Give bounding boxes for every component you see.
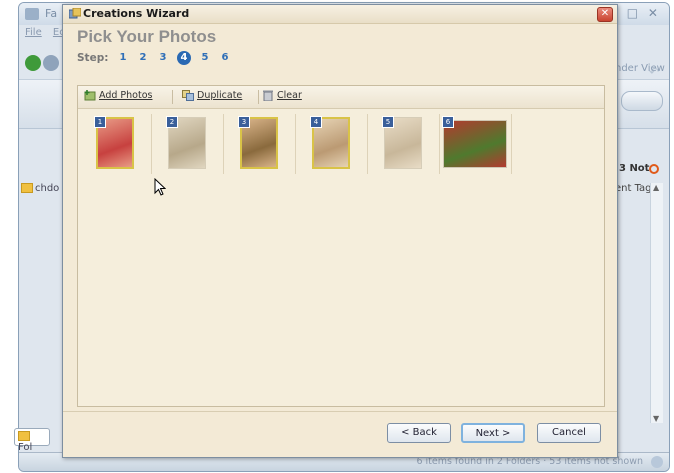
photo-number-badge: 2 <box>166 116 178 128</box>
step-indicator: 123456 <box>115 51 233 65</box>
forward-nav-icon[interactable] <box>43 55 59 71</box>
background-title: Fa <box>45 7 58 20</box>
folder-button[interactable]: Fol <box>14 428 50 453</box>
wizard-titlebar[interactable]: Creations Wizard ✕ <box>63 5 617 24</box>
scroll-down-icon[interactable]: ▼ <box>653 414 659 423</box>
menu-file[interactable]: File <box>25 27 42 38</box>
step-6[interactable]: 6 <box>217 51 233 65</box>
step-3[interactable]: 3 <box>155 51 171 65</box>
app-icon <box>25 8 39 20</box>
photo-toolbar: Add Photos Duplicate Clear <box>78 86 604 109</box>
background-scrollbar[interactable]: ▲ ▼ <box>650 183 663 423</box>
back-button[interactable]: < Back <box>387 423 451 443</box>
next-button[interactable]: Next > <box>461 423 525 443</box>
window-controls[interactable]: _ □ ✕ <box>611 6 661 20</box>
not-icon[interactable] <box>649 164 659 174</box>
photo-thumbnail[interactable]: 3 <box>224 114 296 174</box>
duplicate-button[interactable]: Duplicate <box>182 90 242 101</box>
photo-number-badge: 5 <box>382 116 394 128</box>
folder-tree-item[interactable]: chdo <box>21 183 59 194</box>
duplicate-icon <box>182 90 194 101</box>
toolbar-separator <box>258 90 259 104</box>
footer-divider <box>63 411 617 412</box>
folder-icon <box>21 183 33 193</box>
photo-number-badge: 1 <box>94 116 106 128</box>
finder-view-label[interactable]: nder View <box>615 63 665 74</box>
photo-thumbnail[interactable]: 6 <box>440 114 512 174</box>
step-4[interactable]: 4 <box>177 51 191 65</box>
add-photos-button[interactable]: Add Photos <box>84 90 152 101</box>
page-title: Pick Your Photos <box>77 27 217 46</box>
photo-number-badge: 6 <box>442 116 454 128</box>
trash-icon <box>263 90 273 101</box>
photo-thumbnail[interactable]: 4 <box>296 114 368 174</box>
wizard-title: Creations Wizard <box>83 7 190 20</box>
creations-wizard-dialog: Creations Wizard ✕ Pick Your Photos Step… <box>62 4 618 458</box>
back-nav-icon[interactable] <box>25 55 41 71</box>
wizard-icon <box>69 8 81 19</box>
mouse-pointer-icon <box>154 178 166 196</box>
toolbar-separator <box>172 90 173 104</box>
photo-tray: Add Photos Duplicate Clear 1 2 3 4 5 6 <box>77 85 605 407</box>
close-icon[interactable]: ✕ <box>597 7 613 22</box>
photo-thumbnail[interactable]: 1 <box>80 114 152 174</box>
add-photos-icon <box>84 90 96 101</box>
folder-icon <box>18 431 30 441</box>
not-tagged-label: 3 Not <box>619 163 650 174</box>
step-1[interactable]: 1 <box>115 51 131 65</box>
clear-button[interactable]: Clear <box>262 90 302 101</box>
status-icon <box>651 456 663 468</box>
photo-thumbnail-list: 1 2 3 4 5 6 <box>80 114 512 174</box>
photo-thumbnail[interactable]: 5 <box>368 114 440 174</box>
step-label: Step: <box>77 52 109 64</box>
scroll-up-icon[interactable]: ▲ <box>653 183 659 192</box>
column-header-tag[interactable]: ent Tag <box>615 183 652 194</box>
photo-number-badge: 3 <box>238 116 250 128</box>
step-2[interactable]: 2 <box>135 51 151 65</box>
photo-thumbnail[interactable]: 2 <box>152 114 224 174</box>
cancel-button[interactable]: Cancel <box>537 423 601 443</box>
view-toggle[interactable] <box>621 91 663 111</box>
step-5[interactable]: 5 <box>197 51 213 65</box>
photo-number-badge: 4 <box>310 116 322 128</box>
background-right-panel: ↶ nder View 3 Not ent Tag ▲ ▼ <box>611 47 669 447</box>
background-left-panel: chdo <box>19 133 65 433</box>
